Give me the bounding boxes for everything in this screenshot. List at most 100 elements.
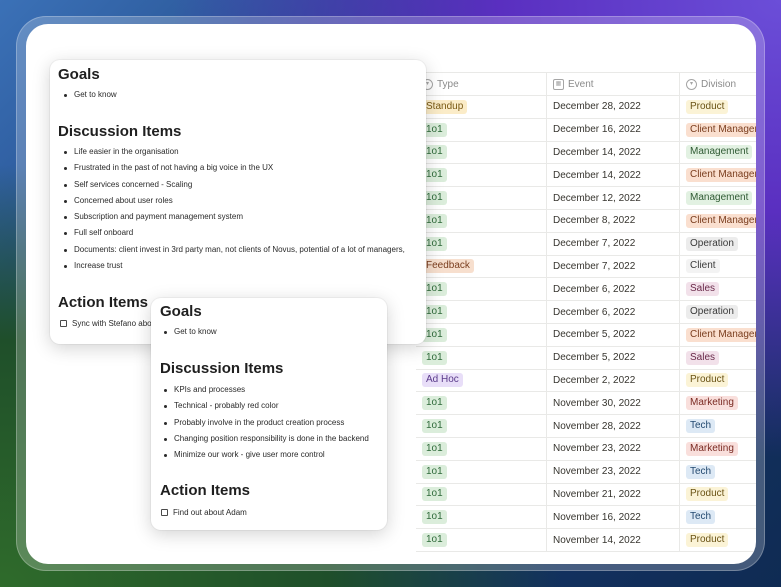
division-cell[interactable]: Sales — [680, 278, 756, 300]
division-cell[interactable]: Tech — [680, 461, 756, 483]
table-row[interactable]: 1o1 December 5, 2022 Client Managen — [416, 323, 756, 347]
column-header-division-label: Division — [701, 78, 737, 90]
table-row[interactable]: 1o1 November 28, 2022 Tech — [416, 415, 756, 438]
division-cell[interactable]: Tech — [680, 415, 756, 437]
type-cell[interactable]: 1o1 — [416, 118, 547, 141]
type-cell[interactable]: 1o1 — [416, 460, 547, 483]
table-row[interactable]: 1o1 December 6, 2022 Operation — [416, 301, 756, 324]
event-date-cell[interactable]: November 14, 2022 — [547, 529, 680, 551]
column-header-type[interactable]: ▾ Type — [416, 73, 547, 95]
list-item: Life easier in the organisation — [60, 144, 405, 160]
event-date-cell[interactable]: December 16, 2022 — [547, 118, 680, 141]
event-date-cell[interactable]: November 21, 2022 — [547, 483, 680, 506]
table-row[interactable]: 1o1 December 16, 2022 Client Managen — [416, 118, 756, 142]
todo-item: Sync with Stefano abo — [60, 319, 152, 328]
event-date-cell[interactable]: November 30, 2022 — [547, 392, 680, 415]
division-tag: Client — [686, 259, 720, 274]
column-header-event[interactable]: ▦ Event — [547, 73, 680, 95]
event-date-cell[interactable]: December 6, 2022 — [547, 278, 680, 301]
table-row[interactable]: Standup December 28, 2022 Product — [416, 96, 756, 119]
goals-list: Get to know — [160, 324, 217, 340]
event-date-cell[interactable]: December 6, 2022 — [547, 301, 680, 323]
table-row[interactable]: 1o1 November 23, 2022 Marketing — [416, 437, 756, 461]
table-row[interactable]: 1o1 November 21, 2022 Product — [416, 483, 756, 507]
division-cell[interactable]: Product — [680, 96, 756, 118]
division-cell[interactable]: Operation — [680, 301, 756, 323]
table-row[interactable]: 1o1 December 5, 2022 Sales — [416, 346, 756, 370]
type-cell[interactable]: 1o1 — [416, 529, 547, 551]
event-date-cell[interactable]: November 23, 2022 — [547, 460, 680, 483]
type-cell[interactable]: Feedback — [416, 255, 547, 278]
discussion-heading: Discussion Items — [58, 123, 182, 140]
table-row[interactable]: 1o1 November 23, 2022 Tech — [416, 460, 756, 484]
table-row[interactable]: 1o1 December 12, 2022 Management — [416, 187, 756, 210]
type-cell[interactable]: Ad Hoc — [416, 369, 547, 392]
todo-checkbox[interactable] — [60, 320, 67, 327]
division-cell[interactable]: Client Managen — [680, 210, 756, 232]
event-date-cell[interactable]: December 2, 2022 — [547, 369, 680, 392]
event-date-cell[interactable]: December 7, 2022 — [547, 255, 680, 278]
division-cell[interactable]: Sales — [680, 347, 756, 369]
action-items-list: Find out about Adam — [161, 508, 247, 517]
event-date-cell[interactable]: December 14, 2022 — [547, 141, 680, 164]
table-row[interactable]: 1o1 December 7, 2022 Operation — [416, 232, 756, 256]
table-row[interactable]: 1o1 December 14, 2022 Client Managen — [416, 164, 756, 188]
list-item: Changing position responsibility is done… — [160, 431, 369, 447]
type-cell[interactable]: 1o1 — [416, 415, 547, 437]
event-date: December 7, 2022 — [553, 238, 636, 250]
table-row[interactable]: Ad Hoc December 2, 2022 Product — [416, 369, 756, 393]
type-cell[interactable]: 1o1 — [416, 209, 547, 232]
type-tag: 1o1 — [422, 441, 447, 456]
division-cell[interactable]: Client Managen — [680, 119, 756, 141]
table-row[interactable]: 1o1 December 8, 2022 Client Managen — [416, 209, 756, 233]
type-cell[interactable]: 1o1 — [416, 483, 547, 506]
type-cell[interactable]: 1o1 — [416, 437, 547, 460]
division-cell[interactable]: Marketing — [680, 438, 756, 460]
event-date: December 7, 2022 — [553, 260, 636, 272]
type-cell[interactable]: 1o1 — [416, 506, 547, 529]
event-date-cell[interactable]: December 5, 2022 — [547, 346, 680, 369]
table-row[interactable]: 1o1 November 30, 2022 Marketing — [416, 392, 756, 416]
division-cell[interactable]: Product — [680, 370, 756, 392]
event-date-cell[interactable]: November 23, 2022 — [547, 437, 680, 460]
type-cell[interactable]: 1o1 — [416, 278, 547, 301]
division-cell[interactable]: Management — [680, 142, 756, 164]
table-row[interactable]: 1o1 November 14, 2022 Product — [416, 529, 756, 552]
type-cell[interactable]: 1o1 — [416, 164, 547, 187]
division-cell[interactable]: Product — [680, 529, 756, 551]
type-cell[interactable]: 1o1 — [416, 392, 547, 415]
event-date-cell[interactable]: December 8, 2022 — [547, 209, 680, 232]
division-cell[interactable]: Product — [680, 484, 756, 506]
type-cell[interactable]: 1o1 — [416, 323, 547, 346]
table-row[interactable]: Feedback December 7, 2022 Client — [416, 255, 756, 279]
division-cell[interactable]: Operation — [680, 233, 756, 255]
division-cell[interactable]: Marketing — [680, 392, 756, 414]
table-row[interactable]: 1o1 December 6, 2022 Sales — [416, 278, 756, 302]
event-date-cell[interactable]: December 28, 2022 — [547, 96, 680, 118]
type-cell[interactable]: 1o1 — [416, 141, 547, 164]
table-row[interactable]: 1o1 December 14, 2022 Management — [416, 141, 756, 165]
column-header-division[interactable]: ▾ Division — [680, 73, 756, 95]
division-cell[interactable]: Client Managen — [680, 164, 756, 186]
type-cell[interactable]: 1o1 — [416, 232, 547, 255]
event-date-cell[interactable]: December 14, 2022 — [547, 164, 680, 187]
event-date-cell[interactable]: December 5, 2022 — [547, 323, 680, 346]
division-cell[interactable]: Tech — [680, 506, 756, 528]
meeting-note-card-2[interactable]: Goals Get to know Discussion Items KPIs … — [151, 298, 387, 530]
event-date-cell[interactable]: December 7, 2022 — [547, 232, 680, 255]
type-cell[interactable]: 1o1 — [416, 187, 547, 209]
division-cell[interactable]: Management — [680, 187, 756, 209]
event-date: December 8, 2022 — [553, 215, 636, 227]
type-cell[interactable]: Standup — [416, 96, 547, 118]
action-heading: Action Items — [58, 294, 149, 311]
event-date-cell[interactable]: November 16, 2022 — [547, 506, 680, 529]
division-cell[interactable]: Client — [680, 256, 756, 278]
table-row[interactable]: 1o1 November 16, 2022 Tech — [416, 506, 756, 530]
division-cell[interactable]: Client Managen — [680, 324, 756, 346]
type-cell[interactable]: 1o1 — [416, 346, 547, 369]
division-tag: Sales — [686, 282, 720, 297]
event-date-cell[interactable]: December 12, 2022 — [547, 187, 680, 209]
type-cell[interactable]: 1o1 — [416, 301, 547, 323]
event-date-cell[interactable]: November 28, 2022 — [547, 415, 680, 437]
todo-checkbox[interactable] — [161, 509, 168, 516]
